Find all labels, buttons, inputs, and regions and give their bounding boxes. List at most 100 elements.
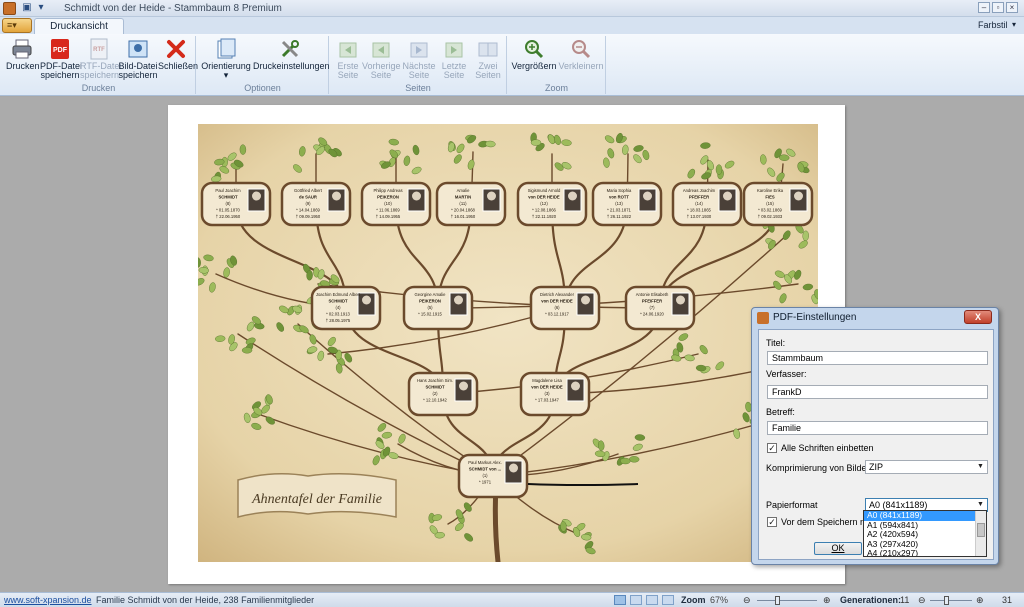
portrait-face <box>581 295 590 305</box>
embed-fonts-label: Alle Schriften einbetten <box>781 443 874 453</box>
leaf <box>306 270 313 281</box>
person-text: * 01.05.1870 <box>216 208 240 213</box>
close-window-button[interactable]: × <box>1006 2 1018 13</box>
group-label: Zoom <box>544 83 568 93</box>
person-text: (4) <box>335 305 341 310</box>
two-pages-button[interactable]: Zwei Seiten <box>472 38 504 80</box>
person-text: Andreas Joachim <box>683 188 716 193</box>
person-card[interactable]: Magdalene Lisa von DER HEIDE(3) * 17.03.19… <box>519 371 591 417</box>
save-option-checkbox[interactable]: ✓ <box>767 517 777 527</box>
view-multi-icon[interactable] <box>646 595 658 605</box>
person-card[interactable]: Georgine Amalie PEIKERON(5) * 15.02.1915 <box>402 285 474 331</box>
rtf-save-button[interactable]: RTF RTF-Datei speichern <box>80 38 121 80</box>
person-card[interactable]: Paul Joachim SCHMIDT(8) * 01.05.1870† 22.0… <box>200 181 272 227</box>
leaf <box>620 457 631 465</box>
website-link[interactable]: www.soft-xpansion.de <box>4 593 92 607</box>
person-text: Gottfried Albert <box>294 188 323 193</box>
portrait-face <box>412 191 421 201</box>
close-preview-button[interactable]: Schließen <box>158 38 198 71</box>
chevron-down-icon[interactable]: ▾ <box>35 2 47 14</box>
person-card[interactable]: Joachim Edmund Albert SCHMIDT(4) * 02.03.1… <box>310 285 382 331</box>
generations-slider[interactable] <box>930 600 972 601</box>
person-card[interactable]: Karoline Erika FIES(15) * 03.02.1869† 09.0… <box>742 181 814 227</box>
generations-minus-icon[interactable]: ⊖ <box>918 593 926 607</box>
generations-slider-thumb[interactable] <box>944 596 949 605</box>
person-text: SCHMIDT <box>218 195 238 200</box>
person-text: von ROTT <box>609 195 629 200</box>
person-card[interactable]: Paul Markus Alex. SCHMIDT von ...(1) * 197… <box>457 453 529 499</box>
person-card[interactable]: Andreas Joachim PFEIFFER(14) * 18.03.1865†… <box>671 181 743 227</box>
help-icon[interactable]: ▾ <box>1012 20 1016 29</box>
svg-text:RTF: RTF <box>93 47 105 53</box>
zoom-slider-thumb[interactable] <box>775 596 781 605</box>
ok-button[interactable]: OK <box>814 542 862 555</box>
person-card[interactable]: Maria Sophia von ROTT(13) * 21.03.1871† 26… <box>591 181 663 227</box>
person-text: † 26.11.1922 <box>607 214 632 219</box>
previous-page-button[interactable]: Vorherige Seite <box>362 38 401 80</box>
person-text: (10) <box>384 201 392 206</box>
leaf <box>485 140 496 148</box>
person-text: PEIKERON <box>377 195 399 200</box>
portrait-face <box>509 463 518 473</box>
person-card[interactable]: Antonie Elisabeth PFEIFFER(7) * 24.06.1920 <box>624 285 696 331</box>
zoom-value: 67% <box>710 595 729 605</box>
person-text: † 09.02.1933 <box>758 214 783 219</box>
zoom-out-button[interactable]: Verkleinern <box>558 38 604 71</box>
paper-option[interactable]: A4 (210x297) <box>864 548 976 556</box>
portrait-face <box>332 191 341 201</box>
author-field[interactable]: FrankD <box>767 385 988 399</box>
embed-fonts-checkbox[interactable]: ✓ <box>767 443 777 453</box>
view-fit-icon[interactable] <box>662 595 674 605</box>
person-card[interactable]: Philipp Andreas PEIKERON(10) * 11.06.1869†… <box>360 181 432 227</box>
dropdown-scrollbar[interactable] <box>975 511 986 556</box>
scroll-thumb[interactable] <box>977 523 985 537</box>
zoom-in-button[interactable]: Vergrößern <box>511 38 557 71</box>
zoom-plus-icon[interactable]: ⊕ <box>823 593 831 607</box>
person-text: SCHMIDT <box>425 385 445 390</box>
zoom-minus-icon[interactable]: ⊖ <box>743 593 751 607</box>
first-page-button[interactable]: Erste Seite <box>334 38 362 80</box>
maximize-button[interactable]: ▫ <box>992 2 1004 13</box>
person-text: † 16.01.1950 <box>451 214 476 219</box>
print-button[interactable]: Drucken <box>6 38 40 71</box>
dialog-close-button[interactable]: X <box>964 310 992 324</box>
tab-druckansicht[interactable]: Druckansicht <box>34 18 124 34</box>
leaf <box>434 531 445 539</box>
generations-max: 31 <box>1002 595 1013 605</box>
color-style-menu[interactable]: Farbstil <box>978 20 1008 30</box>
leaf <box>560 521 567 532</box>
person-text: (8) <box>225 201 231 206</box>
app-menu-button[interactable]: ≡▾ <box>2 18 32 33</box>
person-text: Sigismund Arnold <box>528 188 561 193</box>
minimize-button[interactable]: – <box>978 2 990 13</box>
view-single-icon[interactable] <box>614 595 626 605</box>
next-page-button[interactable]: Nächste Seite <box>402 38 436 80</box>
person-card[interactable]: Gottfried Albert de SAUR(9) * 14.04.1869† … <box>280 181 352 227</box>
person-card[interactable]: Sigismund Arnold von DER HEIDE(12) * 12.08… <box>516 181 588 227</box>
generations-plus-icon[interactable]: ⊕ <box>976 593 984 607</box>
person-card[interactable]: Dietrich Alexander von DER HEIDE(6) * 03.1… <box>529 285 601 331</box>
pdf-save-button[interactable]: PDF PDF-Datei speichern <box>40 38 82 80</box>
print-settings-button[interactable]: Druckeinstellungen <box>253 38 330 71</box>
person-text: SCHMIDT von ... <box>469 467 501 472</box>
leaf <box>634 434 646 441</box>
save-icon[interactable]: ▣ <box>21 2 33 14</box>
person-card[interactable]: Amalie MARTIN(11) * 20.04.1868† 16.01.1950 <box>435 181 507 227</box>
last-page-button[interactable]: Letzte Seite <box>438 38 470 80</box>
printer-icon <box>12 39 32 59</box>
group-drucken: Drucken PDF PDF-Datei speichern RTF RTF-D… <box>2 36 198 94</box>
compression-select[interactable]: ZIP ▼ <box>865 460 988 474</box>
person-text: (15) <box>766 201 774 206</box>
person-text: Joachim Edmund Albert <box>316 292 361 297</box>
title-field[interactable]: Stammbaum <box>767 351 988 365</box>
orientation-button[interactable]: Orientierung ▾ <box>201 38 251 80</box>
image-save-button[interactable]: Bild-Datei speichern <box>118 38 158 80</box>
person-card[interactable]: Hans Joachim Sim. SCHMIDT(2) * 12.10.1942 <box>407 371 479 417</box>
zoom-slider[interactable] <box>757 600 817 601</box>
app-icon[interactable] <box>3 2 16 15</box>
person-text: † 13.07.1930 <box>687 214 712 219</box>
view-double-icon[interactable] <box>630 595 642 605</box>
subject-field[interactable]: Familie <box>767 421 988 435</box>
person-text: von DER HEIDE <box>531 385 563 390</box>
paper-format-dropdown[interactable]: A0 (841x1189) A1 (594x841) A2 (420x594) A3 … <box>863 510 987 557</box>
